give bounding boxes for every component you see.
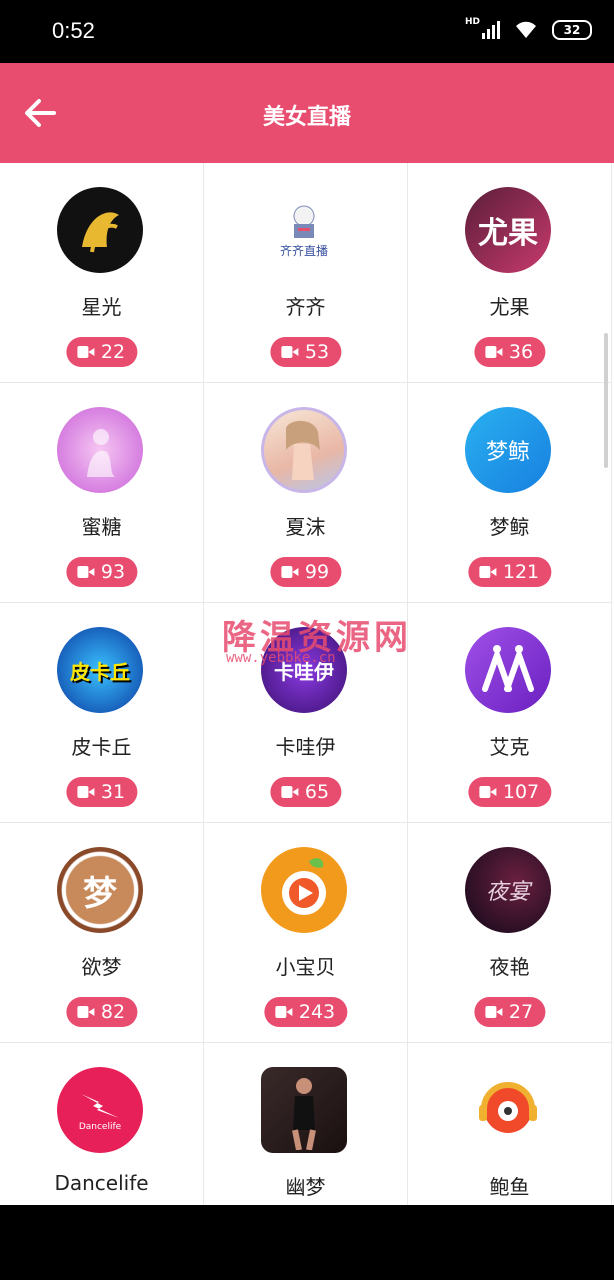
platform-card[interactable]: 星光 22 [0,163,204,383]
mengjing-logo-icon: 梦鲸 [465,407,551,493]
video-camera-icon [478,565,497,579]
count-badge: 36 [473,337,546,367]
platform-name: 星光 [81,295,122,319]
dancelife-logo-icon: Dancelife [57,1067,143,1153]
platform-name: 尤果 [489,295,530,319]
count-badge: 53 [269,337,342,367]
count-badge: 121 [467,557,552,587]
platform-grid: 星光 22 齐齐直播 齐齐 53 尤果 尤果 36 蜜糖 93 夏沫 99 梦鲸 [0,163,614,1205]
platform-name: Dancelife [54,1171,149,1195]
baoyu-logo-icon [465,1067,551,1153]
platform-name: 梦鲸 [489,515,530,539]
youmeng-logo-icon [261,1067,347,1153]
mitang-logo-icon [57,407,143,493]
battery-icon: 32 [552,20,592,40]
platform-card[interactable]: 梦 欲梦 82 [0,823,204,1043]
qiqi-logo-icon: 齐齐直播 [261,187,347,273]
pikaqiu-logo-icon: 皮卡丘 [57,627,143,713]
wifi-icon [516,21,536,38]
platform-card[interactable]: 艾克 107 [408,603,612,823]
yumeng-logo-icon: 梦 [57,847,143,933]
video-camera-icon [76,565,95,579]
video-camera-icon [76,345,95,359]
platform-name: 夜艳 [489,955,530,979]
signal-icon [482,21,500,39]
platform-name: 鲍鱼 [489,1175,530,1199]
count-badge: 22 [65,337,138,367]
page-title: 美女直播 [262,105,351,130]
video-camera-icon [280,565,299,579]
platform-card[interactable]: 小宝贝 243 [204,823,408,1043]
video-camera-icon [76,785,95,799]
count-badge: 99 [269,557,342,587]
yeyan-logo-icon: 夜宴 [465,847,551,933]
platform-name: 夏沫 [285,515,326,539]
platform-card[interactable]: 梦鲸 梦鲸 121 [408,383,612,603]
video-camera-icon [484,1005,503,1019]
youguo-logo-icon: 尤果 [465,187,551,273]
platform-name: 皮卡丘 [71,735,132,759]
xiamo-logo-icon [261,407,347,493]
video-camera-icon [274,1005,293,1019]
platform-card[interactable]: Dancelife Dancelife [0,1043,204,1205]
count-badge: 65 [269,777,342,807]
video-camera-icon [280,785,299,799]
platform-name: 蜜糖 [81,515,122,539]
platform-card[interactable]: 齐齐直播 齐齐 53 [204,163,408,383]
count-badge: 107 [467,777,552,807]
platform-card[interactable]: 尤果 尤果 36 [408,163,612,383]
platform-name: 齐齐 [285,295,326,319]
platform-name: 卡哇伊 [275,735,336,759]
platform-name: 欲梦 [81,955,122,979]
watermark-url: www.yebbke.cn [226,650,336,666]
status-bar: 0:52 HD 32 [0,0,614,63]
platform-name: 艾克 [489,735,530,759]
aike-logo-icon [465,627,551,713]
video-camera-icon [280,345,299,359]
video-camera-icon [484,345,503,359]
platform-name: 幽梦 [285,1175,326,1199]
platform-card[interactable]: 夏沫 99 [204,383,408,603]
status-time: 0:52 [52,18,95,43]
count-badge: 243 [263,997,348,1027]
platform-name: 小宝贝 [275,955,336,979]
network-type-label: HD [464,17,480,27]
platform-card[interactable]: 夜宴 夜艳 27 [408,823,612,1043]
platform-card[interactable]: 幽梦 [204,1043,408,1205]
app-bar: 美女直播 [0,63,614,163]
video-camera-icon [76,1005,95,1019]
count-badge: 27 [473,997,546,1027]
count-badge: 82 [65,997,138,1027]
video-camera-icon [478,785,497,799]
scrollbar[interactable] [604,333,608,468]
navigation-bar [0,1205,614,1280]
count-badge: 31 [65,777,138,807]
platform-card[interactable]: 鲍鱼 [408,1043,612,1205]
platform-card[interactable]: 蜜糖 93 [0,383,204,603]
xingguang-logo-icon [57,187,143,273]
count-badge: 93 [65,557,138,587]
xiaobaobei-logo-icon [261,847,347,933]
status-icons: HD 32 [464,17,592,40]
platform-card[interactable]: 皮卡丘 皮卡丘 31 [0,603,204,823]
